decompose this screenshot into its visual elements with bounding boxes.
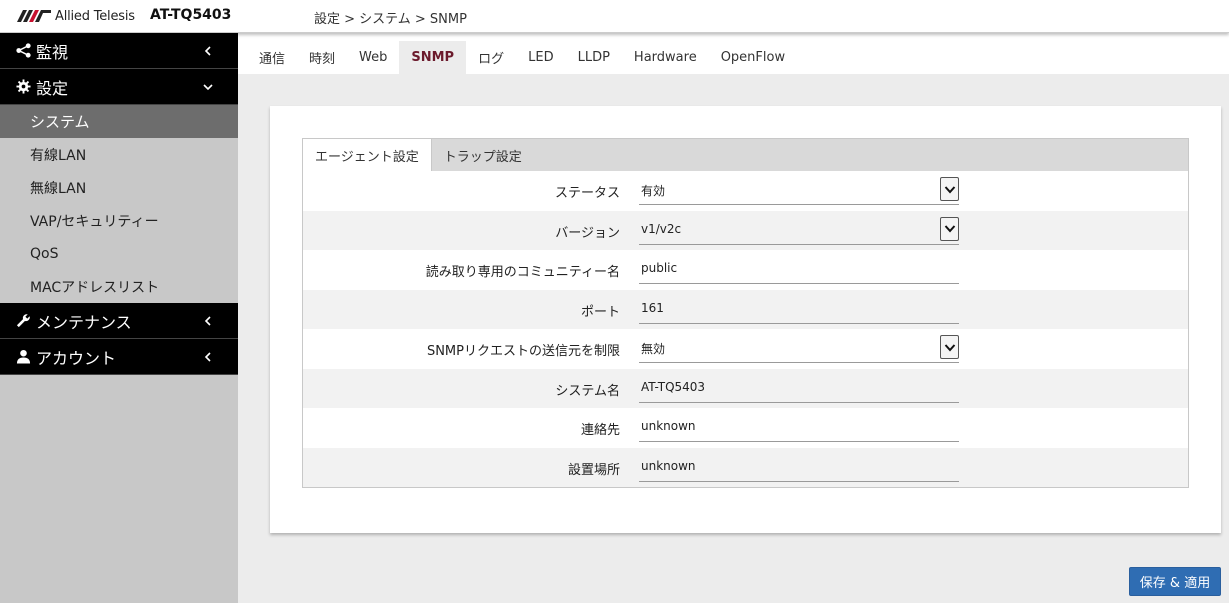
content-panel: エージェント設定 トラップ設定 ステータス 有効バージョン v1/v2c 読み取り専用… [270,106,1221,533]
form-row-location: 設置場所 unknown [303,447,1188,487]
location-input[interactable]: unknown [639,452,959,482]
version-value: v1/v2c [641,221,682,236]
sidebar-section-settings[interactable]: 設定 [0,69,238,105]
share-icon [15,43,31,59]
save-apply-button[interactable]: 保存 & 適用 [1129,567,1221,596]
location-label: 設置場所 [567,462,620,478]
header: Allied Telesis AT-TQ5403 設定 > システム > SNM… [0,0,1229,33]
read-only-community-label: 読み取り専用のコミュニティー名 [425,265,620,280]
sidebar-section-monitor[interactable]: 監視 [0,33,238,69]
chevron-down-icon [203,84,213,91]
allied-telesis-logo-icon [17,10,51,22]
tab-web[interactable]: Web [347,41,399,74]
form-row-contact: 連絡先 unknown [303,408,1188,448]
status-value: 有効 [641,184,666,198]
tab-hardware[interactable]: Hardware [622,41,709,74]
tab-communication[interactable]: 通信 [247,41,297,74]
sidebar-section-label: アカウント [36,348,117,368]
sidebar-section-maintenance[interactable]: メンテナンス [0,303,238,339]
sidebar: 監視 設定 システム 有線LAN 無線LAN VAP/セキュリティー QoS M… [0,33,238,603]
settings-tab-bar: 通信 時刻 Web SNMP ログ LED LLDP Hardware Open… [238,33,1229,74]
form-row-restrict-request-source: SNMPリクエストの送信元を制限 無効 [303,329,1188,369]
version-select[interactable]: v1/v2c [639,215,959,245]
tab-led[interactable]: LED [516,41,565,74]
form-row-version: バージョン v1/v2c [303,210,1188,250]
brand-logo[interactable]: Allied Telesis [17,8,135,24]
tab-log[interactable]: ログ [466,41,516,74]
restrict-request-source-select[interactable]: 無効 [639,333,959,363]
location-value: unknown [641,458,696,473]
form-row-read-only-community: 読み取り専用のコミュニティー名 public [303,250,1188,290]
chevron-down-icon[interactable] [940,216,959,241]
device-model: AT-TQ5403 [150,7,232,23]
contact-label: 連絡先 [580,423,620,438]
contact-input[interactable]: unknown [639,412,959,442]
port-value: 161 [641,300,664,315]
system-name-input[interactable]: AT-TQ5403 [639,373,959,403]
subtab-agent-settings[interactable]: エージェント設定 [303,139,432,171]
chevron-down-icon[interactable] [940,335,959,359]
sidebar-section-label: メンテナンス [36,312,132,332]
chevron-left-icon [204,352,211,362]
subtab-trap-settings[interactable]: トラップ設定 [432,139,534,171]
system-name-value: AT-TQ5403 [641,379,706,394]
restrict-request-source-label: SNMPリクエストの送信元を制限 [426,344,620,359]
tab-lldp[interactable]: LLDP [566,41,622,74]
read-only-community-input[interactable]: public [639,254,959,284]
read-only-community-value: public [641,261,678,275]
sidebar-section-label: 設定 [36,78,69,98]
sidebar-item-vap-security[interactable]: VAP/セキュリティー [0,204,238,237]
chevron-left-icon [204,46,211,56]
form-row-port: ポート 161 [303,289,1188,329]
form-row-status: ステータス 有効 [303,171,1188,211]
sidebar-item-wireless-lan[interactable]: 無線LAN [0,171,238,204]
tab-openflow[interactable]: OpenFlow [709,41,797,74]
user-icon [15,349,31,365]
breadcrumb: 設定 > システム > SNMP [314,12,467,27]
sidebar-item-wired-lan[interactable]: 有線LAN [0,138,238,171]
restrict-request-source-value: 無効 [641,342,666,356]
sidebar-item-mac-address-list[interactable]: MACアドレスリスト [0,270,238,303]
subtab-bar: エージェント設定 トラップ設定 [303,139,1188,171]
port-label: ポート [580,304,620,320]
gear-icon [15,79,31,95]
snmp-settings-form: エージェント設定 トラップ設定 ステータス 有効バージョン v1/v2c 読み取り専用… [302,138,1189,488]
wrench-icon [15,313,31,329]
tab-time[interactable]: 時刻 [297,41,347,74]
port-input[interactable]: 161 [639,294,959,324]
status-select[interactable]: 有効 [639,175,959,205]
form-row-system-name: システム名 AT-TQ5403 [303,368,1188,408]
sidebar-section-label: 監視 [36,42,69,62]
sidebar-item-system[interactable]: システム [0,105,238,138]
system-name-label: システム名 [555,383,620,399]
chevron-down-icon[interactable] [940,177,959,201]
version-label: バージョン [555,225,620,241]
brand-name: Allied Telesis [55,8,135,24]
contact-value: unknown [641,419,696,433]
status-label: ステータス [554,186,620,201]
chevron-left-icon [204,316,211,326]
tab-snmp[interactable]: SNMP [399,41,467,74]
sidebar-section-account[interactable]: アカウント [0,339,238,375]
sidebar-item-qos[interactable]: QoS [0,237,238,270]
